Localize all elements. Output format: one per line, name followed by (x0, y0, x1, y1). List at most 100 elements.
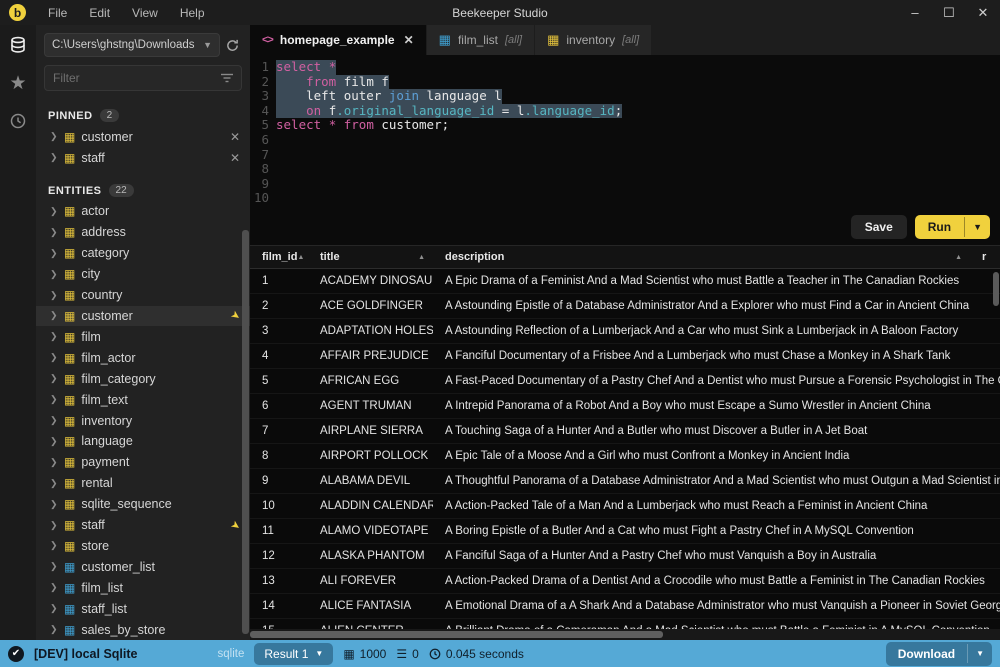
chevron-right-icon[interactable]: ❯ (50, 478, 58, 489)
unpin-close-icon[interactable]: ✕ (230, 130, 240, 144)
chevron-right-icon[interactable]: ❯ (50, 310, 58, 321)
entity-item[interactable]: ❯ ▦ inventory (36, 410, 250, 431)
download-button[interactable]: Download ▼ (886, 642, 992, 666)
table-row[interactable]: 9 ALABAMA DEVIL A Thoughtful Panorama of… (250, 469, 1000, 494)
cell-film-id[interactable]: 5 (250, 375, 308, 387)
column-header-next-partial[interactable]: r (970, 251, 1000, 263)
entity-item[interactable]: ❯ ▦ film_actor (36, 347, 250, 368)
connection-select[interactable]: C:\Users\ghstng\Downloads ▼ (44, 33, 220, 57)
entity-item[interactable]: ❯ ▦ city (36, 264, 250, 285)
cell-description[interactable]: A Epic Drama of a Feminist And a Mad Sci… (433, 275, 1000, 287)
chevron-right-icon[interactable]: ❯ (50, 603, 58, 614)
cell-title[interactable]: ALAMO VIDEOTAPE (308, 525, 433, 537)
tab[interactable]: ▦ inventory [all] (535, 25, 651, 55)
table-row[interactable]: 10 ALADDIN CALENDAR A Action-Packed Tale… (250, 494, 1000, 519)
entity-item[interactable]: ❯ ▦ film_list (36, 577, 250, 598)
table-row[interactable]: 8 AIRPORT POLLOCK A Epic Tale of a Moose… (250, 444, 1000, 469)
horizontal-scrollbar-thumb[interactable] (250, 631, 663, 638)
cell-description[interactable]: A Emotional Drama of a A Shark And a Dat… (433, 600, 1000, 612)
table-row[interactable]: 7 AIRPLANE SIERRA A Touching Saga of a H… (250, 419, 1000, 444)
column-header-description[interactable]: description ▲ (433, 251, 970, 263)
cell-film-id[interactable]: 8 (250, 450, 308, 462)
run-dropdown-caret-icon[interactable]: ▼ (964, 217, 990, 237)
chevron-right-icon[interactable]: ❯ (50, 331, 58, 342)
pinned-item[interactable]: ❯ ▦ customer ✕ (36, 126, 250, 147)
cell-film-id[interactable]: 13 (250, 575, 308, 587)
chevron-right-icon[interactable]: ❯ (50, 499, 58, 510)
table-row[interactable]: 11 ALAMO VIDEOTAPE A Boring Epistle of a… (250, 519, 1000, 544)
save-button[interactable]: Save (851, 215, 907, 239)
cell-film-id[interactable]: 2 (250, 300, 308, 312)
cell-description[interactable]: A Fanciful Saga of a Hunter And a Pastry… (433, 550, 1000, 562)
code-line[interactable]: select * from customer; (276, 118, 1000, 133)
minimize-button[interactable]: – (898, 0, 932, 25)
cell-description[interactable]: A Epic Tale of a Moose And a Girl who mu… (433, 450, 1000, 462)
entities-section-header[interactable]: ENTITIES 22 (36, 174, 250, 201)
chevron-right-icon[interactable]: ❯ (50, 373, 58, 384)
chevron-right-icon[interactable]: ❯ (50, 457, 58, 468)
connection-name[interactable]: [DEV] local Sqlite (34, 647, 138, 661)
sidebar-scrollbar[interactable] (242, 230, 249, 634)
run-button[interactable]: Run ▼ (915, 215, 990, 239)
entity-item[interactable]: ❯ ▦ payment (36, 452, 250, 473)
cell-description[interactable]: A Thoughtful Panorama of a Database Admi… (433, 475, 1000, 487)
unpin-close-icon[interactable]: ✕ (230, 151, 240, 165)
entity-item[interactable]: ❯ ▦ film (36, 326, 250, 347)
chevron-right-icon[interactable]: ❯ (50, 520, 58, 531)
entity-item[interactable]: ❯ ▦ film_category (36, 368, 250, 389)
chevron-right-icon[interactable]: ❯ (50, 131, 58, 142)
table-row[interactable]: 4 AFFAIR PREJUDICE A Fanciful Documentar… (250, 344, 1000, 369)
table-row[interactable]: 3 ADAPTATION HOLES A Astounding Reflecti… (250, 319, 1000, 344)
cell-title[interactable]: AGENT TRUMAN (308, 400, 433, 412)
chevron-right-icon[interactable]: ❯ (50, 248, 58, 259)
cell-description[interactable]: A Intrepid Panorama of a Robot And a Boy… (433, 400, 1000, 412)
cell-title[interactable]: AIRPLANE SIERRA (308, 425, 433, 437)
entity-item[interactable]: ❯ ▦ sales_by_store (36, 619, 250, 640)
pin-icon[interactable]: ➤ (228, 308, 243, 324)
history-icon[interactable] (6, 109, 30, 133)
cell-film-id[interactable]: 6 (250, 400, 308, 412)
chevron-right-icon[interactable]: ❯ (50, 290, 58, 301)
cell-description[interactable]: A Fast-Paced Documentary of a Pastry Che… (433, 375, 1000, 387)
chevron-right-icon[interactable]: ❯ (50, 415, 58, 426)
code-line[interactable] (276, 133, 1000, 148)
pin-icon[interactable]: ➤ (228, 517, 243, 533)
cell-title[interactable]: AFFAIR PREJUDICE (308, 350, 433, 362)
cell-film-id[interactable]: 4 (250, 350, 308, 362)
tab[interactable]: ▦ film_list [all] (427, 25, 534, 55)
sort-asc-icon[interactable]: ▲ (955, 254, 962, 261)
entity-item[interactable]: ❯ ▦ customer ➤ (36, 306, 250, 327)
chevron-right-icon[interactable]: ❯ (50, 227, 58, 238)
table-row[interactable]: 13 ALI FOREVER A Action-Packed Drama of … (250, 569, 1000, 594)
menu-file[interactable]: File (37, 0, 78, 25)
cell-description[interactable]: A Fanciful Documentary of a Frisbee And … (433, 350, 1000, 362)
code-line[interactable]: from film f (276, 75, 1000, 90)
entity-item[interactable]: ❯ ▦ film_text (36, 389, 250, 410)
code-line[interactable]: on f.original_language_id = l.language_i… (276, 104, 1000, 119)
menu-help[interactable]: Help (169, 0, 216, 25)
cell-description[interactable]: A Touching Saga of a Hunter And a Butler… (433, 425, 1000, 437)
cell-title[interactable]: ALADDIN CALENDAR (308, 500, 433, 512)
table-row[interactable]: 12 ALASKA PHANTOM A Fanciful Saga of a H… (250, 544, 1000, 569)
run-label[interactable]: Run (915, 215, 964, 239)
column-header-title[interactable]: title ▲ (308, 251, 433, 263)
pinned-section-header[interactable]: PINNED 2 (36, 99, 250, 126)
chevron-right-icon[interactable]: ❯ (50, 436, 58, 447)
table-filter-input[interactable]: Filter (44, 65, 242, 91)
entity-item[interactable]: ❯ ▦ actor (36, 201, 250, 222)
entity-item[interactable]: ❯ ▦ language (36, 431, 250, 452)
code-area[interactable]: select * from film f left outer join lan… (276, 60, 1000, 215)
entity-item[interactable]: ❯ ▦ address (36, 222, 250, 243)
cell-film-id[interactable]: 9 (250, 475, 308, 487)
chevron-right-icon[interactable]: ❯ (50, 624, 58, 635)
entity-item[interactable]: ❯ ▦ staff_list (36, 598, 250, 619)
cell-film-id[interactable]: 7 (250, 425, 308, 437)
entity-item[interactable]: ❯ ▦ staff ➤ (36, 515, 250, 536)
cell-title[interactable]: ALABAMA DEVIL (308, 475, 433, 487)
refresh-icon[interactable] (226, 39, 242, 52)
cell-description[interactable]: A Action-Packed Tale of a Man And a Lumb… (433, 500, 1000, 512)
pinned-item[interactable]: ❯ ▦ staff ✕ (36, 147, 250, 168)
cell-title[interactable]: ACE GOLDFINGER (308, 300, 433, 312)
cell-title[interactable]: ALI FOREVER (308, 575, 433, 587)
table-row[interactable]: 5 AFRICAN EGG A Fast-Paced Documentary o… (250, 369, 1000, 394)
